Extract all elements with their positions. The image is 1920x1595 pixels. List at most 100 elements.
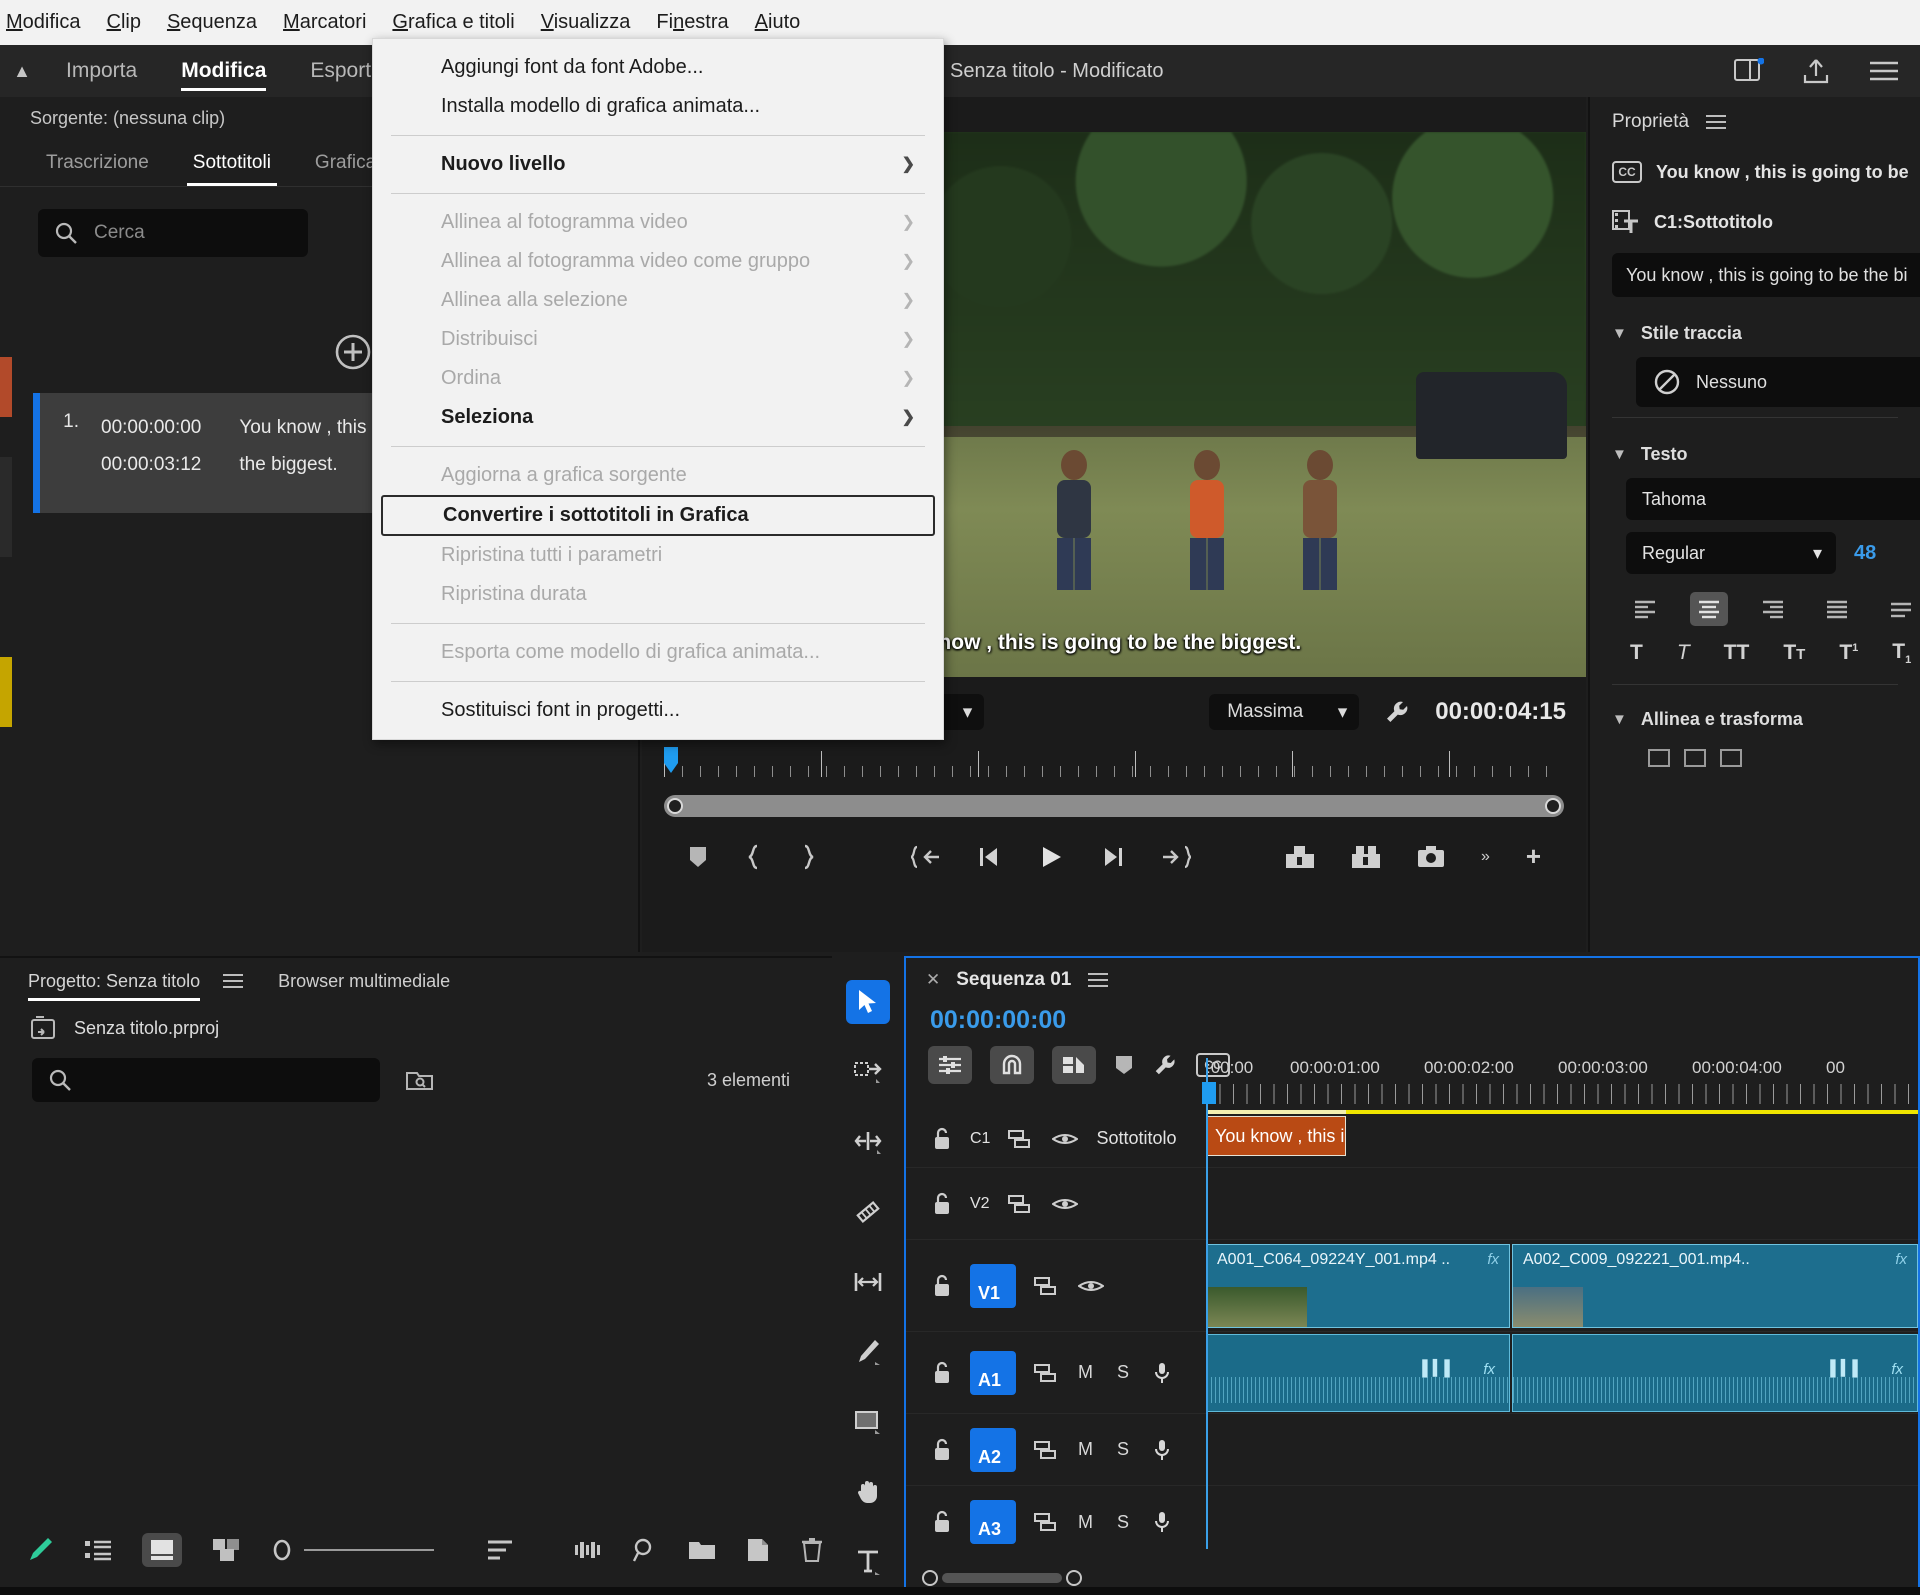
lock-icon[interactable] bbox=[932, 1361, 952, 1385]
monitor-zoom-knob-left[interactable] bbox=[667, 798, 683, 814]
zoom-slider-track[interactable] bbox=[304, 1549, 434, 1551]
tab-progetto[interactable]: Progetto: Senza titolo bbox=[28, 959, 218, 1003]
freeform-layout-icon[interactable] bbox=[212, 1537, 242, 1563]
target-track-icon[interactable] bbox=[1034, 1440, 1060, 1460]
header-tab-modifica[interactable]: Modifica bbox=[159, 45, 288, 97]
menu-sequenza[interactable]: Sequenza bbox=[154, 0, 270, 45]
lock-icon[interactable] bbox=[932, 1438, 952, 1462]
caption-clip[interactable]: You know , this is going to be the bigge… bbox=[1206, 1116, 1346, 1156]
chevron-down-icon[interactable]: ▼ bbox=[1612, 711, 1627, 728]
menu-marcatori[interactable]: Marcatori bbox=[270, 0, 379, 45]
menu-item-sostituisci-font[interactable]: Sostituisci font in progetti... bbox=[373, 691, 943, 730]
slip-tool-icon[interactable] bbox=[846, 1260, 890, 1304]
wrench-settings-icon[interactable] bbox=[1383, 698, 1411, 726]
panel-menu-icon[interactable] bbox=[222, 973, 244, 989]
find-icon[interactable] bbox=[632, 1537, 658, 1563]
font-style-select[interactable]: Regular ▾ bbox=[1626, 532, 1836, 574]
razor-tool-icon[interactable] bbox=[846, 1190, 890, 1234]
tab-trascrizione[interactable]: Trascrizione bbox=[24, 140, 171, 186]
align-justify-last-icon[interactable] bbox=[1882, 592, 1920, 626]
nest-sequence-icon[interactable] bbox=[928, 1046, 972, 1084]
delete-trash-icon[interactable] bbox=[800, 1537, 824, 1563]
timeline-ruler[interactable]: :00:00 00:00:01:00 00:00:02:00 00:00:03:… bbox=[1202, 1058, 1918, 1110]
italic-faux-icon[interactable]: T bbox=[1677, 641, 1690, 665]
selection-tool-icon[interactable] bbox=[846, 980, 890, 1024]
mark-in-icon[interactable] bbox=[745, 844, 763, 870]
track-body-a2[interactable] bbox=[1206, 1414, 1918, 1485]
sort-icon[interactable] bbox=[486, 1538, 514, 1562]
solo-button[interactable]: S bbox=[1117, 1512, 1129, 1533]
microphone-icon[interactable] bbox=[1153, 1510, 1171, 1534]
new-bin-icon[interactable] bbox=[688, 1538, 716, 1562]
menu-clip[interactable]: Clip bbox=[93, 0, 153, 45]
track-body-a3[interactable] bbox=[1206, 1486, 1918, 1558]
monitor-playhead[interactable] bbox=[664, 747, 678, 773]
menu-item-installa-modello[interactable]: Installa modello di grafica animata... bbox=[373, 87, 943, 126]
subscript-icon[interactable]: T1 bbox=[1892, 640, 1911, 666]
add-button-icon[interactable]: + bbox=[1526, 841, 1541, 872]
scrollbar-handle-right[interactable] bbox=[1066, 1570, 1082, 1586]
menu-item-convertire-sottotitoli-in-grafica[interactable]: Convertire i sottotitoli in Grafica bbox=[381, 495, 935, 536]
icon-view-icon[interactable] bbox=[142, 1533, 182, 1567]
lock-icon[interactable] bbox=[932, 1127, 952, 1151]
track-visibility-eye-icon[interactable] bbox=[1051, 1195, 1078, 1213]
rectangle-tool-icon[interactable] bbox=[846, 1400, 890, 1444]
header-tab-importa[interactable]: Importa bbox=[44, 45, 159, 97]
track-id-a3[interactable]: A3 bbox=[970, 1500, 1016, 1544]
project-search-input[interactable] bbox=[32, 1058, 380, 1102]
audio-clip-1[interactable]: ▌▍▌ fx bbox=[1206, 1334, 1510, 1412]
superscript-icon[interactable]: T1 bbox=[1839, 641, 1858, 665]
track-id-a2[interactable]: A2 bbox=[970, 1427, 1016, 1472]
go-to-in-icon[interactable] bbox=[910, 845, 941, 869]
play-icon[interactable] bbox=[1039, 845, 1063, 869]
monitor-zoom-knob-right[interactable] bbox=[1545, 798, 1561, 814]
close-icon[interactable]: ✕ bbox=[926, 970, 940, 990]
freeform-view-icon[interactable] bbox=[26, 1536, 54, 1564]
track-visibility-eye-icon[interactable] bbox=[1078, 1277, 1104, 1295]
video-clip-2[interactable]: A002_C009_092221_001.mp4.. fx bbox=[1512, 1244, 1918, 1328]
timeline-playhead-marker[interactable] bbox=[1202, 1082, 1216, 1104]
lock-icon[interactable] bbox=[932, 1192, 952, 1216]
export-frame-camera-icon[interactable] bbox=[1417, 845, 1445, 869]
audio-clip-2[interactable]: ▌▍▌ fx bbox=[1512, 1334, 1918, 1412]
mute-button[interactable]: M bbox=[1078, 1512, 1093, 1533]
microphone-icon[interactable] bbox=[1153, 1361, 1171, 1385]
scrollbar-handle-left[interactable] bbox=[922, 1570, 938, 1586]
hand-tool-icon[interactable] bbox=[846, 1470, 890, 1514]
track-id-a1[interactable]: A1 bbox=[970, 1350, 1016, 1395]
add-subtitle-button[interactable] bbox=[334, 333, 372, 371]
microphone-icon[interactable] bbox=[1153, 1438, 1171, 1462]
pen-tool-icon[interactable] bbox=[846, 1330, 890, 1374]
solo-button[interactable]: S bbox=[1117, 1362, 1129, 1383]
tab-sottotitoli[interactable]: Sottotitoli bbox=[171, 140, 293, 186]
timeline-settings-wrench-icon[interactable] bbox=[1152, 1052, 1178, 1078]
track-style-select[interactable]: Nessuno bbox=[1636, 357, 1920, 407]
extract-icon[interactable] bbox=[1351, 844, 1381, 870]
caption-text-input[interactable]: You know , this is going to be the bi bbox=[1612, 253, 1920, 297]
track-body-v1[interactable]: A001_C064_09224Y_001.mp4 .. fx A002_C009… bbox=[1206, 1240, 1918, 1331]
track-id-v2[interactable]: V2 bbox=[970, 1195, 990, 1213]
track-visibility-eye-icon[interactable] bbox=[1052, 1130, 1079, 1148]
track-id-v1[interactable]: V1 bbox=[970, 1263, 1016, 1308]
mute-button[interactable]: M bbox=[1078, 1362, 1093, 1383]
lock-icon[interactable] bbox=[932, 1510, 952, 1534]
menu-item-nuovo-livello[interactable]: Nuovo livello ❯ bbox=[373, 145, 943, 184]
timeline-sequence-name[interactable]: Sequenza 01 bbox=[956, 969, 1071, 991]
align-justify-icon[interactable] bbox=[1818, 592, 1856, 626]
new-search-bin-icon[interactable] bbox=[406, 1067, 434, 1093]
add-marker-icon[interactable] bbox=[687, 845, 709, 869]
chevron-down-icon[interactable]: ▼ bbox=[1612, 446, 1627, 463]
linked-selection-icon[interactable] bbox=[1052, 1046, 1096, 1084]
tab-browser-multimediale[interactable]: Browser multimediale bbox=[278, 971, 450, 992]
step-forward-icon[interactable] bbox=[1099, 846, 1125, 868]
step-back-icon[interactable] bbox=[977, 846, 1003, 868]
target-track-icon[interactable] bbox=[1008, 1129, 1034, 1149]
align-center-h-icon[interactable] bbox=[1684, 749, 1706, 768]
small-caps-icon[interactable]: TT bbox=[1783, 641, 1805, 665]
solo-button[interactable]: S bbox=[1117, 1439, 1129, 1460]
subtitle-search-input[interactable]: Cerca bbox=[38, 209, 308, 257]
menu-modifica[interactable]: Modifica bbox=[0, 0, 93, 45]
align-right-icon[interactable] bbox=[1754, 592, 1792, 626]
list-view-icon[interactable] bbox=[84, 1538, 112, 1562]
new-item-icon[interactable] bbox=[746, 1537, 770, 1563]
